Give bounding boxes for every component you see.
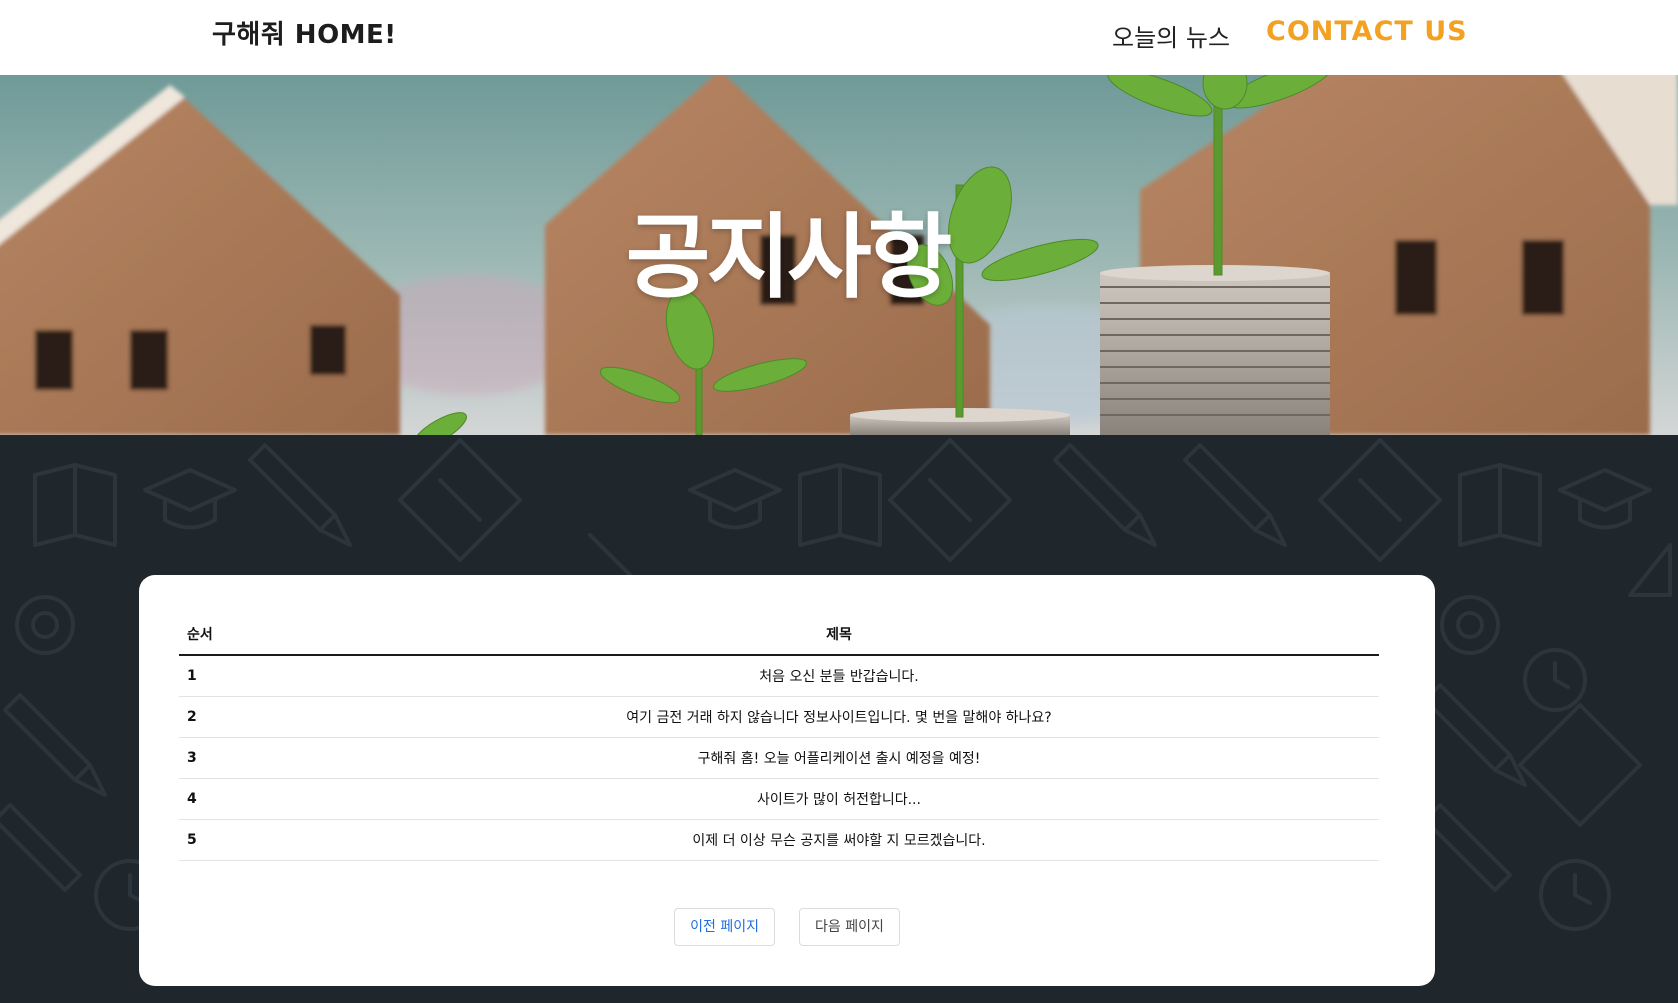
row-number: 2: [179, 696, 299, 738]
notice-board-card: 순서 제목 1 처음 오신 분들 반갑습니다. 2 여기 금전 거래 하지 않습…: [139, 575, 1435, 986]
top-navbar: 구해줘 HOME! 오늘의 뉴스 CONTACT US: [0, 0, 1678, 75]
nav-link-news[interactable]: 오늘의 뉴스: [1112, 18, 1230, 53]
notice-table: 순서 제목 1 처음 오신 분들 반갑습니다. 2 여기 금전 거래 하지 않습…: [179, 613, 1379, 861]
row-number: 4: [179, 778, 299, 820]
page-title: 공지사항: [625, 204, 953, 311]
table-header-row: 순서 제목: [179, 613, 1379, 656]
row-number: 5: [179, 819, 299, 861]
table-row: 3 구해줘 홈! 오늘 어플리케이션 출시 예정을 예정!: [179, 737, 1379, 779]
table-row: 2 여기 금전 거래 하지 않습니다 정보사이트입니다. 몇 번을 말해야 하나…: [179, 696, 1379, 738]
prev-page-button[interactable]: 이전 페이지: [674, 908, 775, 946]
table-row: 4 사이트가 많이 허전합니다...: [179, 778, 1379, 820]
table-row: 5 이제 더 이상 무슨 공지를 써야할 지 모르겠습니다.: [179, 819, 1379, 861]
notice-title-link[interactable]: 여기 금전 거래 하지 않습니다 정보사이트입니다. 몇 번을 말해야 하나요?: [626, 710, 1051, 726]
row-title-cell: 처음 오신 분들 반갑습니다.: [299, 655, 1379, 697]
pagination: 이전 페이지 다음 페이지: [139, 908, 1435, 946]
column-header-order: 순서: [179, 613, 299, 656]
notice-title-link[interactable]: 이제 더 이상 무슨 공지를 써야할 지 모르겠습니다.: [692, 833, 985, 849]
notice-title-link[interactable]: 사이트가 많이 허전합니다...: [757, 792, 921, 808]
row-number: 3: [179, 737, 299, 779]
row-title-cell: 이제 더 이상 무슨 공지를 써야할 지 모르겠습니다.: [299, 819, 1379, 861]
row-title-cell: 구해줘 홈! 오늘 어플리케이션 출시 예정을 예정!: [299, 737, 1379, 779]
column-header-title: 제목: [299, 613, 1379, 656]
row-number: 1: [179, 655, 299, 697]
row-title-cell: 사이트가 많이 허전합니다...: [299, 778, 1379, 820]
notice-title-link[interactable]: 처음 오신 분들 반갑습니다.: [759, 669, 918, 685]
next-page-button[interactable]: 다음 페이지: [799, 908, 900, 946]
row-title-cell: 여기 금전 거래 하지 않습니다 정보사이트입니다. 몇 번을 말해야 하나요?: [299, 696, 1379, 738]
nav-link-contact[interactable]: CONTACT US: [1266, 16, 1468, 47]
hero-banner: 공지사항: [0, 75, 1678, 435]
table-row: 1 처음 오신 분들 반갑습니다.: [179, 655, 1379, 697]
notice-title-link[interactable]: 구해줘 홈! 오늘 어플리케이션 출시 예정을 예정!: [698, 751, 981, 767]
site-logo-link[interactable]: 구해줘 HOME!: [212, 14, 397, 51]
